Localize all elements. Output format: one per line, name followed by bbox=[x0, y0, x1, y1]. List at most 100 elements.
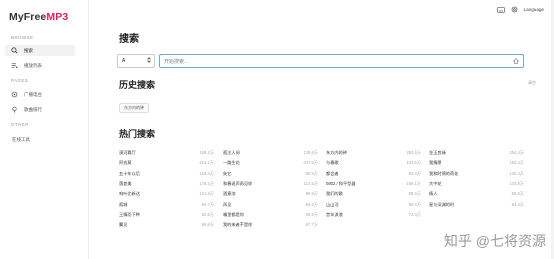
hot-item[interactable]: 0802 / 和平型器 169.1万 bbox=[326, 181, 421, 189]
hot-item-count: 94.7万 bbox=[201, 201, 214, 207]
hot-row: 翼见 66.8万 我的来者不是你 67.7万 bbox=[119, 222, 529, 230]
hot-item[interactable]: 我和时锦的荷花 120.4万 bbox=[429, 171, 524, 179]
search-submit-icon[interactable] bbox=[512, 58, 520, 66]
hot-item[interactable]: 阿衣莫 221.1万 bbox=[119, 160, 214, 168]
hot-item[interactable]: 和春说声再见你 112.5万 bbox=[223, 181, 318, 189]
hot-item[interactable]: 我的来者不是你 67.7万 bbox=[223, 222, 318, 230]
hot-item-name: 落差美 bbox=[119, 180, 132, 186]
clear-history-button[interactable]: 清空 bbox=[528, 80, 536, 86]
hot-row: 落差美 176.4万 和春说声再见你 112.5万 0802 / 和平型器 169.1万 大… bbox=[119, 181, 529, 189]
hot-item-name: 嘴里都是你 bbox=[223, 211, 244, 217]
podcast-icon bbox=[10, 106, 18, 114]
hot-item-name: 金玉良缘 bbox=[429, 150, 446, 155]
hot-item[interactable]: 响叶比新达 101.9万 bbox=[119, 191, 214, 199]
hot-item[interactable]: 与春歌 103.6万 bbox=[326, 160, 421, 168]
hot-item-name: 失忆 bbox=[223, 170, 232, 176]
hot-item-name: 再见 bbox=[223, 201, 232, 207]
hot-item-name: 孤注人间 bbox=[223, 150, 240, 155]
hot-item-name: 都会者 bbox=[326, 170, 339, 176]
hot-row: 阿衣莫 221.1万 一路生花 237.5万 与春歌 103.6万 我情愿 194.4万 bbox=[119, 160, 529, 168]
hot-item[interactable]: 嘴里都是你 80.9万 bbox=[223, 212, 318, 220]
hot-item-count: 184.4万 bbox=[199, 170, 214, 176]
hot-item-name: 一路生花 bbox=[223, 160, 240, 166]
hot-item[interactable]: 我情愿 194.4万 bbox=[429, 160, 524, 168]
hot-item-count: 237.5万 bbox=[303, 160, 318, 166]
search-type-value: A bbox=[122, 58, 126, 64]
sidebar-item-radio[interactable]: 广播电台 bbox=[5, 89, 75, 100]
hot-item[interactable]: 昔年流浪 72.3万 bbox=[326, 212, 421, 220]
search-type-select[interactable]: A bbox=[117, 54, 155, 68]
hot-item[interactable]: 落差美 176.4万 bbox=[119, 181, 214, 189]
sidebar-item-label: 歌曲排行 bbox=[24, 106, 42, 112]
hot-item[interactable]: 王情而下种 82.6万 bbox=[119, 212, 214, 220]
sidebar-item-search[interactable]: 搜索 bbox=[5, 45, 75, 56]
hot-item[interactable]: 再见 94.6万 bbox=[223, 202, 318, 210]
hot-item-name: 0802 / 和平型器 bbox=[326, 180, 356, 186]
history-title: 历史搜索 bbox=[119, 80, 156, 90]
sidebar-item-playlist[interactable]: 播放列表 bbox=[5, 60, 75, 71]
search-input[interactable]: 开始搜索... bbox=[159, 54, 524, 68]
hot-item-name: 我和时锦的荷花 bbox=[429, 170, 459, 176]
hot-item-name: 昔年流浪 bbox=[326, 211, 343, 217]
hot-item-count: 94.4万 bbox=[408, 170, 421, 176]
watermark: 知乎 @七将资源 bbox=[444, 231, 546, 251]
hot-item-count: 94.6万 bbox=[305, 201, 318, 207]
hot-item[interactable]: 东方内的钟 252.6万 bbox=[326, 150, 421, 158]
section-browse: BROWSE bbox=[11, 35, 34, 40]
sidebar-item-tools[interactable]: 在线工具 bbox=[5, 134, 75, 145]
hot-row: 孤城 94.7万 再见 94.6万 山山河 89.9万 星与深渊的时 84.4万 bbox=[119, 202, 529, 210]
hot-item[interactable]: 大中花 103.5万 bbox=[429, 181, 524, 189]
hot-item[interactable]: 失忆 90.9万 bbox=[223, 171, 318, 179]
hot-item[interactable]: 我们的歌 98.9万 bbox=[326, 191, 421, 199]
hot-item[interactable]: 情人 98.6万 bbox=[429, 191, 524, 199]
hot-item-name: 东方内的钟 bbox=[326, 150, 347, 155]
hot-row: 响叶比新达 101.9万 酒意浓 99.9万 我们的歌 98.9万 情人 98.6万 bbox=[119, 191, 529, 199]
hot-item[interactable]: 金玉良缘 254.4万 bbox=[429, 150, 524, 158]
hot-item-count: 176.4万 bbox=[199, 180, 214, 186]
hot-item[interactable]: 五十年以后 184.4万 bbox=[119, 171, 214, 179]
hot-item-count: 90.9万 bbox=[305, 170, 318, 176]
hot-item-name: 酒意浓 bbox=[223, 191, 236, 197]
hot-item-count: 80.9万 bbox=[305, 211, 318, 217]
hot-item-count: 112.5万 bbox=[303, 180, 318, 186]
hot-row: 漠河舞厅 159.2万 孤注人间 136.6万 东方内的钟 252.6万 金玉良缘 254.4… bbox=[119, 150, 529, 158]
hot-item[interactable]: 星与深渊的时 84.4万 bbox=[429, 202, 524, 210]
hot-row: 王情而下种 82.6万 嘴里都是你 80.9万 昔年流浪 72.3万 bbox=[119, 212, 529, 220]
hot-item[interactable]: 孤注人间 136.6万 bbox=[223, 150, 318, 158]
history-tag[interactable]: 东方内的钟 bbox=[119, 103, 149, 113]
hot-item[interactable]: 漠河舞厅 159.2万 bbox=[119, 150, 214, 158]
hot-item-count: 101.9万 bbox=[199, 191, 214, 197]
app-logo[interactable]: MyFreeMP3 bbox=[9, 11, 68, 23]
playlist-icon bbox=[10, 62, 18, 70]
sidebar-item-label: 播放列表 bbox=[24, 62, 42, 68]
hot-item-count: 89.9万 bbox=[408, 201, 421, 207]
search-bar: A 开始搜索... bbox=[117, 54, 524, 68]
section-other: OTHER bbox=[11, 122, 29, 127]
hot-item[interactable]: 一路生花 237.5万 bbox=[223, 160, 318, 168]
hot-item[interactable]: 翼见 66.8万 bbox=[119, 222, 214, 230]
hot-item-count: 103.5万 bbox=[509, 180, 524, 186]
hot-item-count: 98.9万 bbox=[408, 191, 421, 197]
sidebar-item-charts[interactable]: 歌曲排行 bbox=[5, 104, 75, 115]
hot-item-count: 82.6万 bbox=[201, 211, 214, 217]
hot-item-name: 五十年以后 bbox=[119, 170, 140, 176]
hot-item-count: 103.6万 bbox=[406, 160, 421, 166]
hot-item-name: 星与深渊的时 bbox=[429, 201, 455, 207]
sidebar-item-label: 在线工具 bbox=[12, 136, 30, 142]
hot-item-name: 孤城 bbox=[119, 201, 128, 207]
hot-item-count: 120.4万 bbox=[509, 170, 524, 176]
page-title: 搜索 bbox=[119, 34, 139, 45]
hot-item-name: 我的来者不是你 bbox=[223, 222, 253, 228]
hot-item[interactable]: 都会者 94.4万 bbox=[326, 171, 421, 179]
hot-item-name: 王情而下种 bbox=[119, 211, 140, 217]
search-placeholder: 开始搜索... bbox=[164, 58, 189, 65]
hot-item[interactable]: 酒意浓 99.9万 bbox=[223, 191, 318, 199]
radio-icon bbox=[10, 91, 18, 99]
hot-item[interactable]: 山山河 89.9万 bbox=[326, 202, 421, 210]
hot-item-count: 84.4万 bbox=[511, 201, 524, 207]
hot-item-count: 136.6万 bbox=[303, 150, 318, 155]
search-icon bbox=[10, 47, 18, 55]
hot-item-name: 响叶比新达 bbox=[119, 191, 140, 197]
section-pages: PAGES bbox=[11, 78, 29, 83]
hot-item[interactable]: 孤城 94.7万 bbox=[119, 202, 214, 210]
